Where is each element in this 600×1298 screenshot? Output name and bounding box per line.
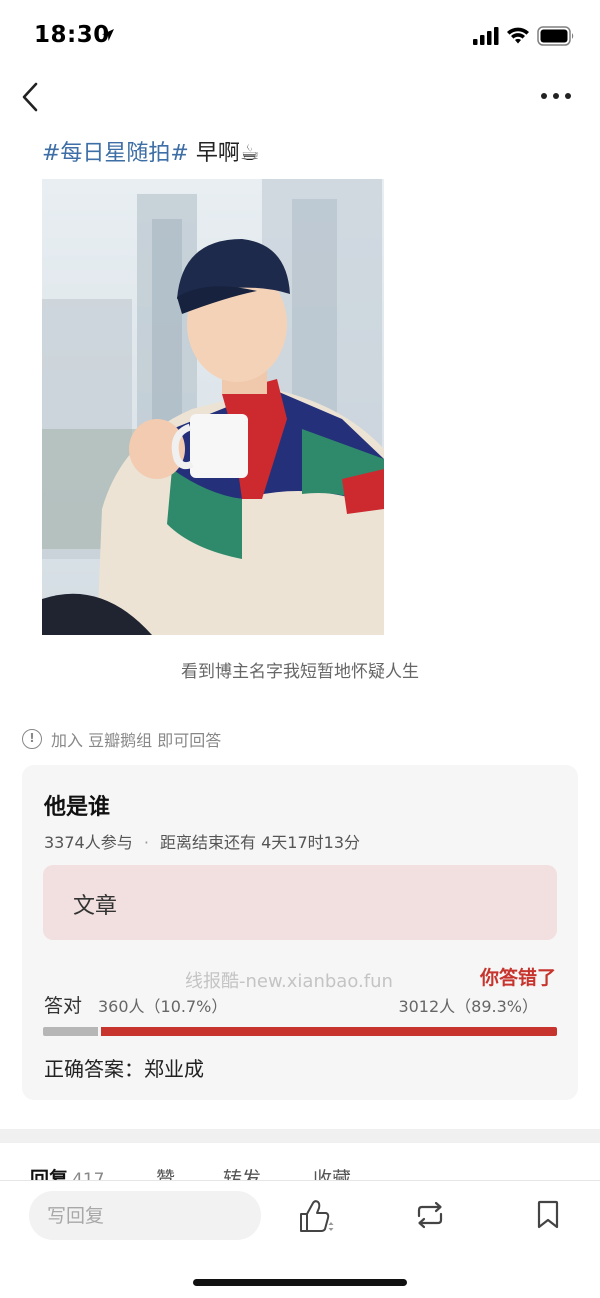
quiz-option-label: 文章 — [73, 894, 118, 919]
quiz-meta: 3374人参与 · 距离结束还有 4天17时13分 — [44, 829, 360, 853]
home-indicator — [193, 1279, 407, 1286]
back-icon[interactable] — [18, 80, 48, 114]
correct-answer-label: 正确答案： — [44, 1057, 144, 1081]
hashtag-link[interactable]: #每日星随拍# — [42, 141, 189, 166]
post-title-text: 早啊☕ — [195, 141, 260, 166]
result-bar — [43, 1027, 557, 1036]
correct-answer: 正确答案：郑业成 — [44, 1053, 204, 1082]
quiz-card: 他是谁 3374人参与 · 距离结束还有 4天17时13分 文章 线报酷-new… — [22, 765, 578, 1100]
bottom-bar — [0, 1180, 600, 1298]
quiz-title: 他是谁 — [44, 795, 111, 820]
wifi-icon — [507, 27, 529, 44]
thumbs-up-icon[interactable] — [297, 1198, 337, 1234]
correct-label: 答对 — [44, 995, 83, 1017]
cellular-signal-icon — [473, 27, 499, 45]
join-group-link[interactable]: 豆瓣鹅组 — [88, 727, 152, 751]
post-photo[interactable] — [42, 179, 384, 635]
watermark: 线报酷-new.xianbao.fun — [185, 971, 393, 992]
location-arrow-icon — [102, 29, 114, 41]
result-bar-correct — [43, 1027, 98, 1036]
status-time: 18:30 — [34, 22, 110, 48]
quiz-option-selected[interactable]: 文章 — [43, 865, 557, 940]
quiz-time-left: 距离结束还有 4天17时13分 — [160, 833, 361, 852]
bookmark-icon[interactable] — [535, 1200, 561, 1230]
reply-input[interactable] — [29, 1191, 261, 1240]
join-suffix: 即可回答 — [157, 731, 222, 750]
post-title: #每日星随拍# 早啊☕ — [42, 138, 260, 170]
more-options-icon[interactable] — [536, 86, 576, 106]
repost-icon[interactable] — [413, 1200, 447, 1230]
join-prefix: 加入 — [51, 731, 84, 750]
quiz-participants: 3374人参与 — [44, 833, 133, 852]
join-notice: 加入 豆瓣鹅组 即可回答 — [22, 727, 221, 751]
correct-stat: 360人（10.7%） — [98, 997, 228, 1016]
battery-icon — [537, 26, 574, 46]
post-photo-illustration — [42, 179, 384, 635]
quiz-meta-separator: · — [143, 833, 149, 852]
nav-bar — [0, 72, 600, 120]
interaction-tabs: 回复 417 赞 转发 收藏 — [0, 1162, 600, 1182]
wrong-stat: 3012人（89.3%） — [398, 997, 538, 1016]
correct-answer-value: 郑业成 — [144, 1057, 204, 1081]
section-divider — [0, 1129, 600, 1143]
quiz-result-label: 你答错了 — [479, 967, 556, 989]
info-icon — [22, 729, 42, 749]
result-bar-wrong — [101, 1027, 557, 1036]
status-bar: 18:30 — [0, 0, 600, 72]
post-caption: 看到博主名字我短暂地怀疑人生 — [181, 662, 419, 682]
